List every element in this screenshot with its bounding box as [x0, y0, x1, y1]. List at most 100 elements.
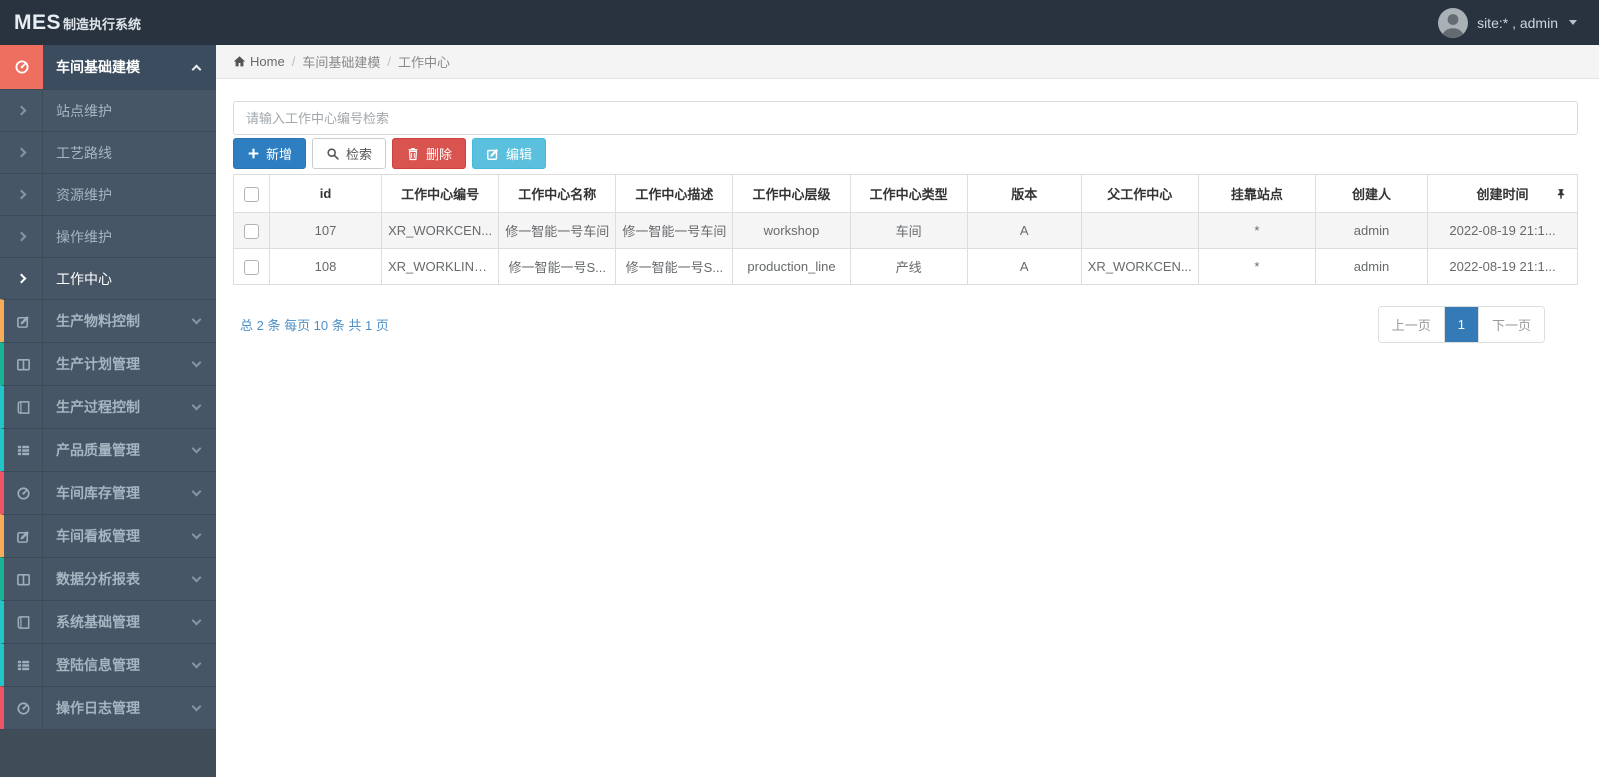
header-parent: 父工作中心: [1080, 174, 1199, 213]
cell-name: 修一智能一号车间: [498, 212, 617, 249]
header-created: 创建时间: [1427, 174, 1578, 213]
delete-button[interactable]: 删除: [392, 138, 467, 169]
breadcrumb: Home / 车间基础建模 / 工作中心: [216, 45, 1599, 79]
sidebar-group-label: 生产物料控制: [56, 313, 140, 329]
caret-down-icon: [1569, 20, 1577, 25]
search-button[interactable]: 检索: [312, 138, 387, 169]
book-icon: [4, 601, 43, 643]
sidebar-item-operation-maintenance[interactable]: 操作维护: [0, 215, 216, 257]
sidebar-group-data-analysis[interactable]: 数据分析报表: [0, 557, 216, 600]
cell-station: *: [1197, 248, 1317, 285]
sidebar-group-operation-log[interactable]: 操作日志管理: [0, 686, 216, 729]
search-icon: [326, 147, 340, 161]
header-type: 工作中心类型: [849, 174, 968, 213]
chevron-down-icon: [191, 572, 202, 582]
breadcrumb-home-link[interactable]: Home: [233, 54, 285, 69]
prev-page-button[interactable]: 上一页: [1378, 307, 1445, 342]
edit-icon: [4, 300, 43, 342]
select-all-checkbox[interactable]: [244, 186, 259, 202]
header-description: 工作中心描述: [615, 174, 734, 213]
pin-icon[interactable]: [1555, 188, 1567, 200]
chevron-down-icon: [191, 658, 202, 668]
list-icon: [4, 644, 43, 686]
cell-description: 修一智能一号S...: [615, 248, 734, 285]
sidebar-group-label: 生产计划管理: [56, 356, 140, 372]
user-menu[interactable]: site:* , admin: [1438, 7, 1599, 38]
sidebar-group-process-control[interactable]: 生产过程控制: [0, 385, 216, 428]
cell-id: 108: [269, 248, 382, 285]
header-created-label: 创建时间: [1476, 187, 1529, 202]
topbar: MES 制造执行系统 site:* , admin: [0, 0, 1599, 45]
sidebar-item-work-center[interactable]: 工作中心: [0, 257, 216, 299]
sidebar-item-label: 资源维护: [56, 186, 112, 203]
cell-parent: [1080, 212, 1199, 249]
sidebar-group-kanban-management[interactable]: 车间看板管理: [0, 514, 216, 557]
sidebar-item-label: 操作维护: [56, 228, 112, 245]
sidebar-item-process-route[interactable]: 工艺路线: [0, 131, 216, 173]
chevron-up-icon: [191, 64, 202, 74]
cell-station: *: [1197, 212, 1317, 249]
sidebar-group-workshop-modeling[interactable]: 车间基础建模: [0, 45, 216, 89]
table-header-row: id 工作中心编号 工作中心名称 工作中心描述 工作中心层级 工作中心类型 版本…: [233, 174, 1578, 213]
table-row[interactable]: 108 XR_WORKLINE... 修一智能一号S... 修一智能一号S...…: [233, 248, 1578, 285]
row-select-cell: [233, 212, 270, 249]
header-name: 工作中心名称: [498, 174, 617, 213]
avatar: [1438, 7, 1469, 38]
sidebar-group-label: 产品质量管理: [56, 442, 140, 458]
header-station: 挂靠站点: [1197, 174, 1317, 213]
edit-icon: [486, 147, 500, 161]
breadcrumb-separator: /: [387, 54, 391, 69]
sidebar-item-resource-maintenance[interactable]: 资源维护: [0, 173, 216, 215]
cell-id: 107: [269, 212, 382, 249]
row-checkbox[interactable]: [244, 223, 259, 239]
cell-parent: XR_WORKCEN...: [1080, 248, 1199, 285]
row-checkbox[interactable]: [244, 259, 259, 275]
pagination: 总 2 条 每页 10 条 共 1 页 上一页 1 下一页: [233, 306, 1578, 343]
columns-icon: [4, 558, 43, 600]
book-icon: [4, 386, 43, 428]
chevron-down-icon: [191, 400, 202, 410]
chevron-down-icon: [191, 529, 202, 539]
sidebar-group-system-management[interactable]: 系统基础管理: [0, 600, 216, 643]
header-id: id: [269, 174, 382, 213]
chevron-down-icon: [191, 701, 202, 711]
cell-creator: admin: [1315, 248, 1428, 285]
search-input[interactable]: [233, 101, 1578, 135]
header-creator: 创建人: [1315, 174, 1428, 213]
chevron-down-icon: [191, 314, 202, 324]
page-1-button[interactable]: 1: [1444, 307, 1479, 342]
main-content: Home / 车间基础建模 / 工作中心 新增 检索: [216, 45, 1599, 777]
breadcrumb-item-current: 工作中心: [397, 55, 450, 70]
sidebar-group-label: 系统基础管理: [56, 614, 140, 630]
edit-button[interactable]: 编辑: [472, 138, 547, 169]
table-row[interactable]: 107 XR_WORKCEN... 修一智能一号车间 修一智能一号车间 work…: [233, 212, 1578, 249]
home-icon: [233, 55, 246, 68]
plus-icon: [247, 147, 260, 160]
cell-version: A: [966, 248, 1082, 285]
sidebar-group-label: 生产过程控制: [56, 399, 140, 415]
sidebar-group-label: 车间基础建模: [56, 59, 140, 75]
cell-type: 车间: [849, 212, 968, 249]
cell-created: 2022-08-19 21:1...: [1427, 212, 1578, 249]
cell-code: XR_WORKCEN...: [380, 212, 500, 249]
columns-icon: [4, 343, 43, 385]
breadcrumb-separator: /: [291, 54, 296, 69]
sidebar-group-inventory-management[interactable]: 车间库存管理: [0, 471, 216, 514]
toolbar: 新增 检索 删除 编辑: [233, 138, 1578, 169]
cell-code: XR_WORKLINE...: [380, 248, 500, 285]
sidebar-item-label: 站点维护: [56, 102, 112, 119]
logo-text-primary: MES: [14, 10, 62, 34]
next-page-button[interactable]: 下一页: [1478, 307, 1544, 342]
cell-description: 修一智能一号车间: [615, 212, 734, 249]
chevron-down-icon: [191, 486, 202, 496]
sidebar-group-material-control[interactable]: 生产物料控制: [0, 299, 216, 342]
sidebar-item-station-maintenance[interactable]: 站点维护: [0, 89, 216, 131]
sidebar-group-quality-management[interactable]: 产品质量管理: [0, 428, 216, 471]
chevron-down-icon: [191, 357, 202, 367]
breadcrumb-home-label: Home: [250, 54, 285, 69]
edit-icon: [4, 515, 43, 557]
delete-button-label: 删除: [426, 147, 453, 162]
sidebar-group-login-info[interactable]: 登陆信息管理: [0, 643, 216, 686]
sidebar-group-plan-management[interactable]: 生产计划管理: [0, 342, 216, 385]
add-button[interactable]: 新增: [233, 138, 307, 169]
